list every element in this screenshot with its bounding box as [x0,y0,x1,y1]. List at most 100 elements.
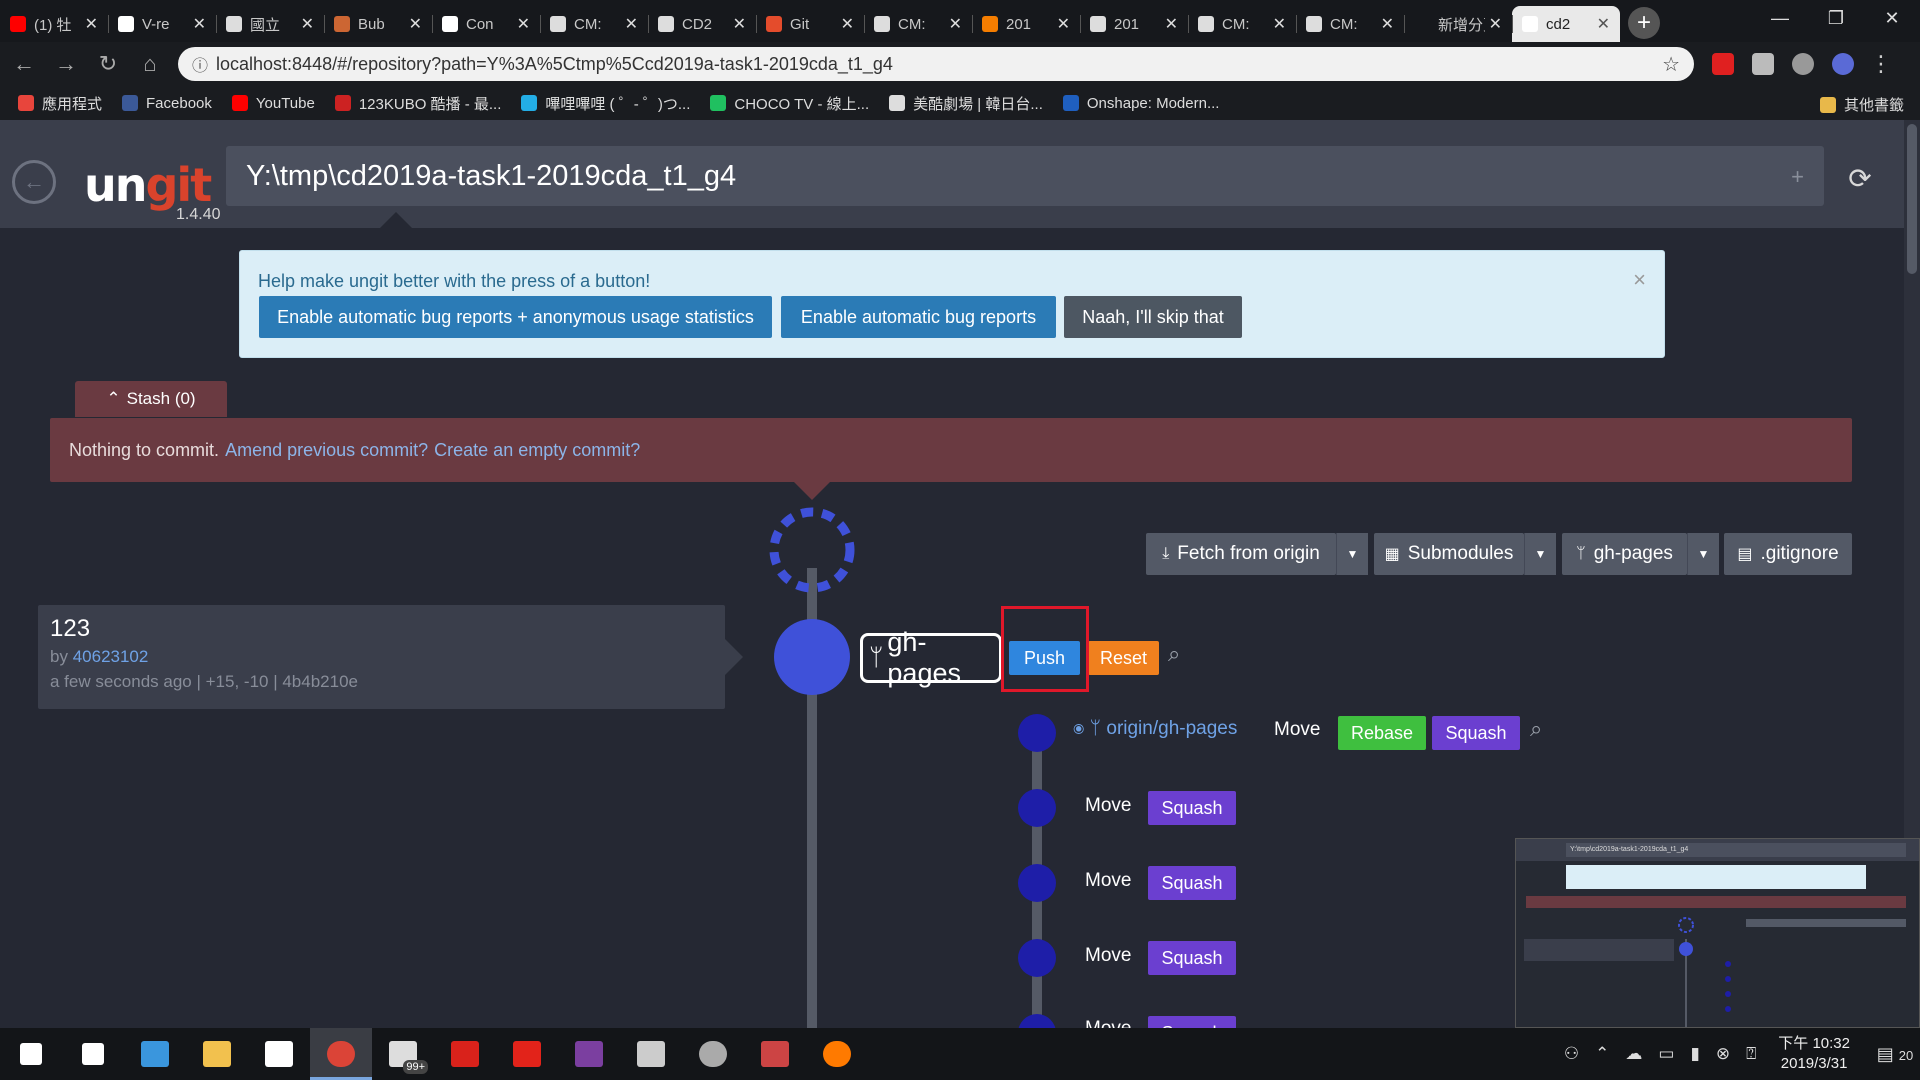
taskbar-app[interactable] [806,1028,868,1080]
bookmark-item[interactable]: 123KUBO 酷播 - 最... [334,93,501,114]
minimize-button[interactable]: — [1752,0,1808,36]
reload-icon[interactable]: ↻ [90,46,126,82]
taskbar-app[interactable] [744,1028,806,1080]
taskbar-app[interactable] [248,1028,310,1080]
close-icon[interactable]: ✕ [517,14,530,34]
search-icon[interactable]: ⌕ [1530,716,1542,742]
taskbar-app[interactable]: 99+ [372,1028,434,1080]
browser-tab[interactable]: cd2 ✕ [1512,6,1620,42]
bookmark-item[interactable]: YouTube [231,93,315,114]
browser-menu-icon[interactable]: ⋮ [1870,51,1892,77]
address-bar[interactable]: ⓘ localhost:8448/#/repository?path=Y%3A%… [178,47,1694,81]
squash-button[interactable]: Squash [1148,866,1236,900]
taskbar-app[interactable] [0,1028,62,1080]
taskbar-app[interactable] [496,1028,558,1080]
close-icon[interactable]: ✕ [1489,14,1502,34]
close-icon[interactable]: ✕ [193,14,206,34]
close-icon[interactable]: ✕ [625,14,638,34]
people-icon[interactable]: ⚇ [1564,1044,1579,1064]
bookmark-star-icon[interactable]: ☆ [1662,52,1680,77]
chevron-up-icon[interactable]: ⌃ [1595,1044,1609,1064]
browser-tab[interactable]: CM: ✕ [1296,6,1404,42]
repo-path-input[interactable]: Y:\tmp\cd2019a-task1-2019cda_t1_g4 + [226,146,1824,206]
close-window-button[interactable]: ✕ [1864,0,1920,36]
close-icon[interactable]: ✕ [301,14,314,34]
site-info-icon[interactable]: ⓘ [192,52,216,76]
taskbar-app[interactable] [620,1028,682,1080]
browser-tab[interactable]: 國立 ✕ [216,6,324,42]
close-icon[interactable]: ✕ [949,14,962,34]
commit-card[interactable]: 123 by 40623102 a few seconds ago | +15,… [38,605,743,709]
browser-tab[interactable]: Bub ✕ [324,6,432,42]
bookmark-item[interactable]: 美酷劇場 | 韓日台... [889,93,1043,114]
submodules-dropdown-caret[interactable]: ▼ [1524,533,1556,575]
submodules-button[interactable]: ▦ Submodules [1374,533,1524,575]
gitignore-button[interactable]: ▤ .gitignore [1724,533,1852,575]
move-button[interactable]: Move [1274,719,1320,741]
close-icon[interactable]: ✕ [85,14,98,34]
browser-tab[interactable]: CM: ✕ [540,6,648,42]
profile-avatar[interactable] [1832,53,1854,75]
browser-tab[interactable]: CM: ✕ [1188,6,1296,42]
new-tab-button[interactable]: + [1628,7,1660,39]
maximize-button[interactable]: ❐ [1808,0,1864,36]
bookmark-item[interactable]: Facebook [122,93,212,114]
close-icon[interactable]: ✕ [1597,14,1610,34]
branch-button[interactable]: ᛘ gh-pages [1562,533,1687,575]
taskbar-clock[interactable]: 下午 10:32 2019/3/31 [1778,1034,1850,1074]
move-button[interactable]: Move [1085,1018,1131,1028]
close-icon[interactable]: ✕ [733,14,746,34]
taskbar-app[interactable] [310,1028,372,1080]
close-icon[interactable]: ✕ [1165,14,1178,34]
banner-close-icon[interactable]: × [1633,267,1646,293]
move-button[interactable]: Move [1085,870,1131,892]
fetch-dropdown-caret[interactable]: ▼ [1336,533,1368,575]
move-button[interactable]: Move [1085,795,1131,817]
taskbar-app[interactable] [124,1028,186,1080]
extension-red-icon[interactable] [1712,53,1734,75]
taskbar-app[interactable] [682,1028,744,1080]
browser-tab[interactable]: CM: ✕ [864,6,972,42]
stash-toggle[interactable]: ⌃ Stash (0) [75,381,227,417]
reset-button[interactable]: Reset [1088,641,1159,675]
enable-bug-reports-button[interactable]: Enable automatic bug reports [781,296,1056,338]
close-icon[interactable]: ✕ [1057,14,1070,34]
network-icon[interactable]: ▭ [1658,1044,1674,1064]
refresh-icon[interactable]: ⟳ [1840,158,1880,198]
browser-tab[interactable]: 新增分頁✕ [1404,6,1512,42]
ungit-logo[interactable]: ungit [84,158,212,212]
squash-button[interactable]: Squash [1148,941,1236,975]
close-icon[interactable]: ✕ [1381,14,1394,34]
close-icon[interactable]: ✕ [841,14,854,34]
taskbar-app[interactable] [186,1028,248,1080]
forward-arrow-icon[interactable]: → [48,46,84,82]
notification-center[interactable]: ▤ 20 [1870,1044,1920,1065]
squash-button[interactable]: Squash [1148,791,1236,825]
bookmark-item[interactable]: 嗶哩嗶哩 ( ゜- ゜)つ... [521,93,690,114]
browser-tab[interactable]: V-re ✕ [108,6,216,42]
scrollbar-thumb[interactable] [1907,124,1917,274]
squash-button[interactable]: Squash [1432,716,1520,750]
ime-icon[interactable]: ⍰ [1746,1044,1756,1064]
browser-tab[interactable]: (1) 牡 ✕ [0,6,108,42]
empty-commit-link[interactable]: Create an empty commit? [434,440,640,461]
amend-commit-link[interactable]: Amend previous commit? [225,440,428,461]
fetch-button[interactable]: ⤓ Fetch from origin [1146,533,1336,575]
move-button[interactable]: Move [1085,945,1131,967]
branch-dropdown-caret[interactable]: ▼ [1687,533,1719,575]
rebase-button[interactable]: Rebase [1338,716,1426,750]
browser-tab[interactable]: 201 ✕ [972,6,1080,42]
bookmark-item[interactable]: CHOCO TV - 線上... [710,93,869,114]
squash-button[interactable]: Squash [1148,1016,1236,1028]
back-circle-icon[interactable]: ← [12,160,56,204]
extension-chat-icon[interactable] [1792,53,1814,75]
taskbar-app[interactable] [434,1028,496,1080]
extension-gray-icon[interactable] [1752,53,1774,75]
taskbar-app[interactable] [62,1028,124,1080]
mute-icon[interactable]: ⊗ [1716,1044,1730,1064]
browser-tab[interactable]: 201 ✕ [1080,6,1188,42]
back-arrow-icon[interactable]: ← [6,46,42,82]
home-icon[interactable]: ⌂ [132,46,168,82]
skip-button[interactable]: Naah, I'll skip that [1064,296,1242,338]
taskbar-app[interactable] [558,1028,620,1080]
